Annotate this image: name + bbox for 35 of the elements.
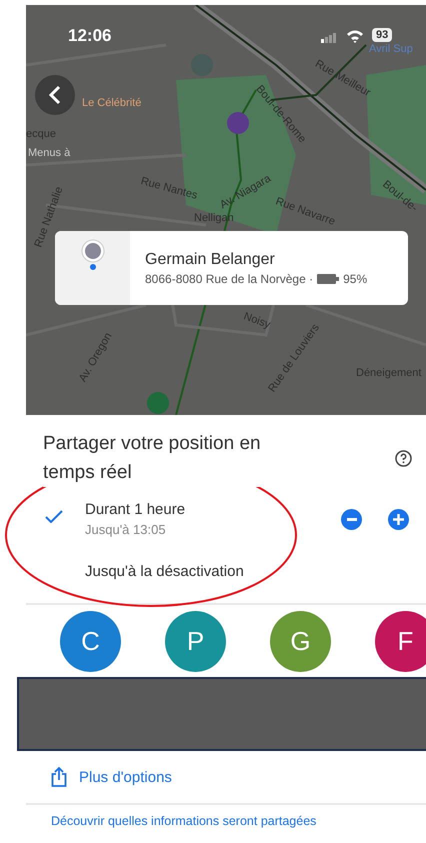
map-label: Avril Sup	[369, 43, 413, 55]
decrease-button[interactable]	[341, 508, 362, 530]
battery-percent: 95%	[343, 272, 368, 286]
contact-avatar[interactable]: C	[60, 611, 121, 672]
duration-option[interactable]: Durant 1 heure Jusqu'à 13:05	[26, 493, 426, 545]
battery-level: 93	[372, 28, 392, 42]
contact-avatar[interactable]: P	[165, 611, 226, 672]
map-label: Menus à	[28, 147, 70, 159]
battery-icon	[317, 274, 340, 284]
info-link[interactable]: Découvrir quelles informations seront partagées	[51, 814, 316, 829]
map-label: Noisy	[242, 310, 272, 332]
option-detail: Jusqu'à 13:05	[85, 522, 167, 537]
option-label: Jusqu'à la désactivation	[85, 562, 245, 580]
person-name: Germain Belanger	[145, 250, 276, 268]
location-pin-icon	[81, 239, 105, 273]
place-marker-icon[interactable]	[227, 112, 249, 134]
share-icon	[51, 767, 67, 787]
person-card[interactable]: Germain Belanger 8066-8080 Rue de la Norvège · 95%	[55, 231, 408, 305]
contact-avatar[interactable]: F	[375, 611, 426, 672]
duration-option[interactable]: Jusqu'à la désactivation	[26, 545, 426, 597]
signal-icon	[321, 33, 337, 43]
minus-icon	[346, 518, 356, 520]
more-options-link[interactable]: Plus d'options	[26, 767, 426, 803]
park-marker-icon[interactable]	[147, 392, 169, 414]
option-label: Durant 1 heure	[85, 501, 186, 518]
person-address: 8066-8080 Rue de la Norvège ·	[145, 272, 314, 286]
status-time: 12:06	[68, 26, 112, 46]
checkmark-icon	[45, 510, 63, 523]
chevron-left-icon	[49, 85, 61, 105]
contact-avatar[interactable]: G	[270, 611, 331, 672]
help-icon[interactable]	[395, 450, 412, 466]
increase-button[interactable]	[388, 508, 409, 530]
plus-icon	[393, 514, 404, 524]
map-label: Le Célébrité	[82, 97, 142, 109]
wifi-icon	[346, 30, 364, 43]
